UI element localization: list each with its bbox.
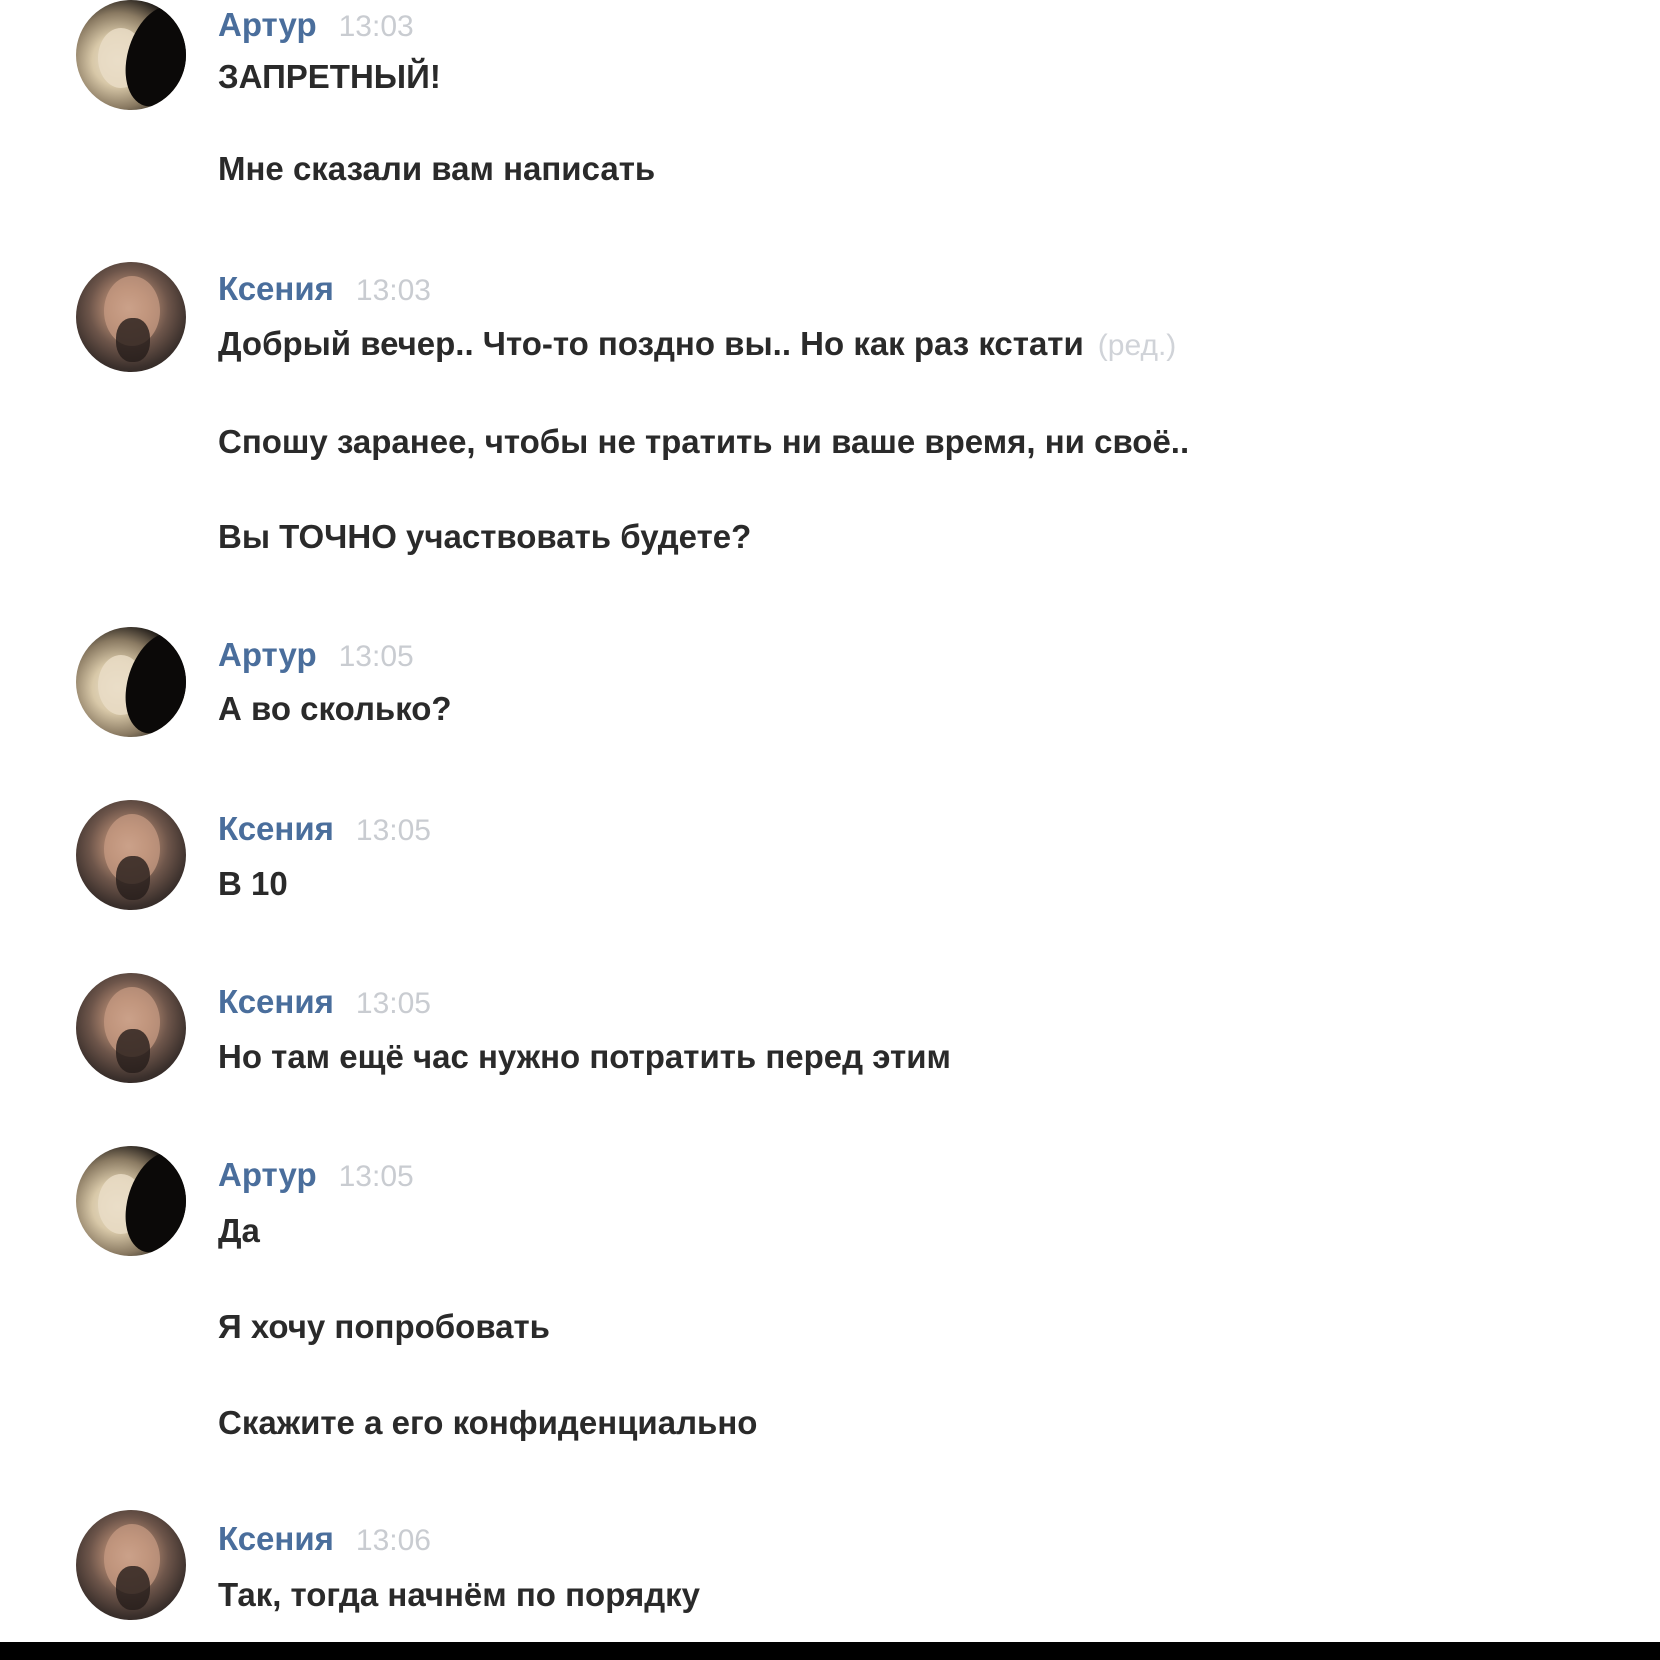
avatar[interactable] xyxy=(76,627,186,737)
message-timestamp[interactable]: 13:05 xyxy=(339,1160,414,1194)
avatar[interactable] xyxy=(76,800,186,910)
author-name[interactable]: Артур xyxy=(218,1156,317,1194)
message-text: Скажите а его конфиденциально xyxy=(218,1404,758,1441)
message-text-content: Добрый вечер.. Что-то поздно вы.. Но как… xyxy=(218,325,1084,362)
avatar[interactable] xyxy=(76,0,186,110)
avatar[interactable] xyxy=(76,1146,186,1256)
message-timestamp[interactable]: 13:05 xyxy=(339,640,414,674)
avatar[interactable] xyxy=(76,262,186,372)
message-timestamp[interactable]: 13:03 xyxy=(356,274,431,308)
message-timestamp[interactable]: 13:03 xyxy=(339,10,414,44)
author-name[interactable]: Артур xyxy=(218,636,317,674)
message-text: Добрый вечер.. Что-то поздно вы.. Но как… xyxy=(218,325,1176,363)
message-text: Да xyxy=(218,1212,260,1249)
bottom-border xyxy=(0,1642,1660,1660)
message-timestamp[interactable]: 13:06 xyxy=(356,1524,431,1558)
message-text: Мне сказали вам написать xyxy=(218,150,656,187)
message-text: Так, тогда начнём по порядку xyxy=(218,1576,701,1613)
author-name[interactable]: Ксения xyxy=(218,1520,334,1558)
message-text: В 10 xyxy=(218,865,288,902)
author-name[interactable]: Артур xyxy=(218,6,317,44)
author-name[interactable]: Ксения xyxy=(218,270,334,308)
author-name[interactable]: Ксения xyxy=(218,810,334,848)
message-text: Спошу заранее, чтобы не тратить ни ваше … xyxy=(218,423,1190,460)
message-timestamp[interactable]: 13:05 xyxy=(356,987,431,1021)
message-text: Но там ещё час нужно потратить перед эти… xyxy=(218,1038,951,1075)
chat-page: Артур 13:03 ЗАПРЕТНЫЙ! Мне сказали вам н… xyxy=(0,0,1660,1660)
message-text: Я хочу попробовать xyxy=(218,1308,550,1345)
message-history[interactable]: Артур 13:03 ЗАПРЕТНЫЙ! Мне сказали вам н… xyxy=(0,0,1660,1642)
message-text: А во сколько? xyxy=(218,690,452,727)
avatar[interactable] xyxy=(76,1510,186,1620)
message-timestamp[interactable]: 13:05 xyxy=(356,814,431,848)
message-text: ЗАПРЕТНЫЙ! xyxy=(218,58,441,95)
message-text: Вы ТОЧНО участвовать будете? xyxy=(218,518,752,555)
avatar[interactable] xyxy=(76,973,186,1083)
author-name[interactable]: Ксения xyxy=(218,983,334,1021)
edited-label: (ред.) xyxy=(1097,329,1177,362)
